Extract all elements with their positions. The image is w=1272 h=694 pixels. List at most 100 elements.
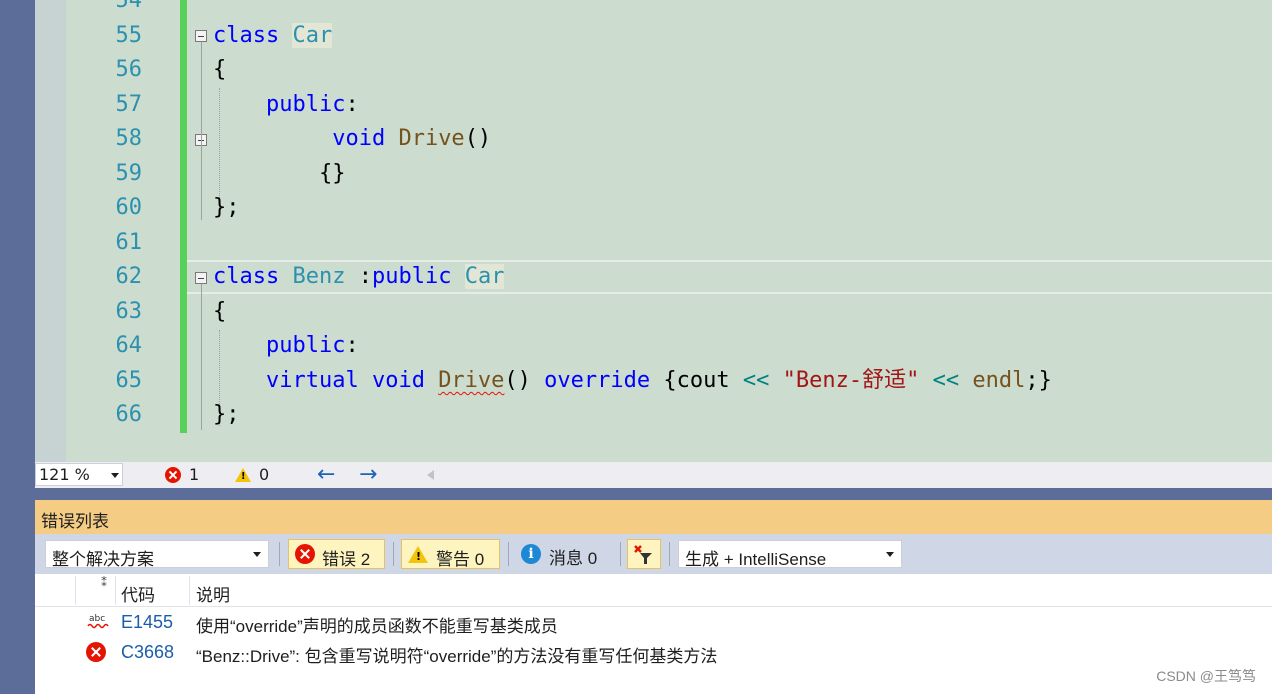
warnings-filter-label: 警告 0 (436, 550, 485, 569)
scope-value: 整个解决方案 (52, 550, 154, 569)
punctuation: {} (318, 161, 346, 186)
function-name: Drive (398, 126, 465, 151)
filter-toggle-button[interactable] (627, 539, 661, 569)
errors-filter-button[interactable]: 错误 2 (288, 539, 385, 569)
collapse-icon[interactable] (195, 272, 207, 284)
error-description: 使用“override”声明的成员函数不能重写基类成员 (196, 617, 558, 636)
fold-guide (201, 42, 202, 220)
forward-arrow-icon[interactable]: → (359, 462, 377, 487)
error-icon (86, 642, 106, 662)
scope-dropdown[interactable]: 整个解决方案 (45, 540, 269, 569)
change-tracking-bar (180, 0, 187, 433)
errors-filter-label: 错误 2 (322, 550, 371, 569)
collapse-icon[interactable] (195, 30, 207, 42)
error-list-title-bar[interactable]: 错误列表 (35, 500, 1272, 534)
error-code-link[interactable]: E1455 (121, 612, 173, 633)
code-line-60: }; (213, 191, 240, 225)
line-number: 62 (115, 264, 143, 289)
line-number: 63 (115, 299, 143, 324)
error-count[interactable]: 1 (189, 465, 199, 484)
column-header-description[interactable]: 说明 (196, 581, 230, 606)
table-row[interactable]: abc E1455 使用“override”声明的成员函数不能重写基类成员 (35, 607, 1272, 637)
messages-filter-button[interactable]: i 消息 0 (515, 539, 615, 569)
keyword: override (544, 368, 651, 393)
operator: << (742, 368, 770, 393)
back-arrow-icon[interactable]: ← (317, 462, 335, 487)
toolbar-separator (279, 542, 280, 566)
panel-splitter[interactable] (35, 488, 1272, 500)
watermark: CSDN @王笃笃 (1156, 668, 1256, 684)
zoom-dropdown[interactable]: 121 % (35, 463, 123, 486)
type-name: Car (464, 264, 505, 289)
keyword: void (332, 126, 386, 151)
toolbar-separator (508, 542, 509, 566)
punctuation: : (345, 333, 359, 358)
filter-icon (634, 545, 652, 564)
line-number: 55 (115, 23, 143, 48)
svg-text:abc: abc (89, 614, 105, 624)
chevron-down-icon (111, 473, 119, 478)
punctuation: : (345, 92, 359, 117)
column-separator[interactable] (189, 576, 190, 605)
messages-filter-label: 消息 0 (549, 549, 598, 568)
toolbar-separator (393, 542, 394, 566)
code-line-59: {} (213, 157, 346, 191)
code-line-65: virtual void Drive() override {cout << "… (213, 364, 1052, 398)
error-icon (295, 544, 315, 564)
editor-status-bar: 121 % 1 ! 0 ← → (35, 462, 1272, 488)
line-number: 65 (115, 368, 143, 393)
column-separator[interactable] (75, 576, 76, 605)
line-number: 59 (115, 161, 143, 186)
column-separator[interactable] (115, 576, 116, 605)
left-window-strip (0, 0, 35, 694)
toolbar-separator (620, 542, 621, 566)
keyword: virtual (265, 368, 359, 393)
build-source-dropdown[interactable]: 生成 + IntelliSense (678, 540, 902, 569)
error-list-toolbar: 整个解决方案 错误 2 ! 警告 0 i 消息 0 生成 + IntelliSe… (35, 534, 1272, 574)
error-description: “Benz::Drive”: 包含重写说明符“override”的方法没有重写任… (196, 647, 718, 666)
punctuation: () (504, 368, 531, 393)
code-line-66: }; (213, 398, 240, 432)
info-icon: i (521, 544, 541, 564)
panel-title: 错误列表 (41, 512, 109, 531)
chevron-down-icon (253, 552, 261, 557)
warning-count[interactable]: 0 (259, 465, 269, 484)
code-editor[interactable]: 54 55 56 57 58 59 60 61 62 63 64 65 66 c… (35, 0, 1272, 462)
column-header-code[interactable]: 代码 (121, 581, 155, 606)
line-number: 54 (115, 0, 143, 13)
type-name: Benz (292, 264, 346, 289)
line-number: 57 (115, 92, 143, 117)
error-icon[interactable] (165, 467, 181, 483)
fold-guide (201, 284, 202, 430)
keyword: void (371, 368, 425, 393)
punctuation: ;} (1025, 368, 1052, 393)
code-line-55: class Car (213, 19, 333, 53)
error-code-link[interactable]: C3668 (121, 642, 174, 663)
function-name-error: Drive (438, 368, 505, 393)
code-line-56: { (213, 53, 226, 87)
warnings-filter-button[interactable]: ! 警告 0 (401, 539, 500, 569)
scroll-left-icon[interactable] (427, 470, 434, 480)
chevron-down-icon (886, 552, 894, 557)
code-line-63: { (213, 295, 226, 329)
punctuation: }; (213, 195, 240, 220)
sort-icon[interactable]: ⁑ (101, 576, 107, 590)
code-line-57: public: (213, 88, 359, 122)
warning-icon[interactable]: ! (235, 468, 251, 482)
line-number: 56 (115, 57, 143, 82)
keyword: class (213, 264, 280, 289)
table-row[interactable]: C3668 “Benz::Drive”: 包含重写说明符“override”的方… (35, 637, 1272, 667)
code-line-58: void Drive() (213, 122, 491, 156)
build-source-value: 生成 + IntelliSense (685, 550, 827, 569)
keyword: public (265, 333, 346, 358)
punctuation: { (213, 57, 227, 82)
string-literal: "Benz-舒适" (782, 368, 920, 393)
line-number: 61 (115, 230, 143, 255)
intellisense-error-icon: abc (87, 614, 109, 629)
toolbar-separator (669, 542, 670, 566)
punctuation: }; (213, 402, 240, 427)
type-name: Car (292, 23, 333, 48)
keyword: class (213, 23, 280, 48)
line-number: 66 (115, 402, 143, 427)
identifier: endl (972, 368, 1026, 393)
